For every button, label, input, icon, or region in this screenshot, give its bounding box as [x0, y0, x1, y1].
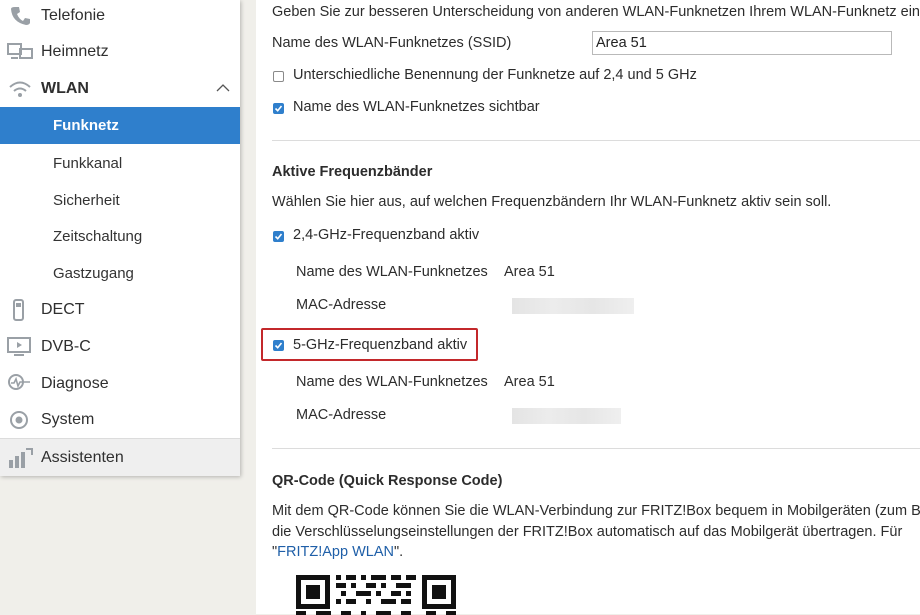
sidebar-item-label: DECT [41, 301, 85, 318]
sidebar-item-telefonie[interactable]: Telefonie [0, 0, 240, 34]
sidebar-item-wlan[interactable]: WLAN [0, 71, 240, 107]
wifi-icon [9, 81, 31, 97]
sidebar-item-diagnose[interactable]: Diagnose [0, 366, 240, 402]
band24-label: 2,4-GHz-Frequenzband aktiv [293, 227, 480, 243]
band24-checkbox[interactable] [273, 231, 284, 242]
sidebar-item-label: Heimnetz [41, 43, 109, 60]
qr-text-line1: Mit dem QR-Code können Sie die WLAN-Verb… [272, 503, 920, 519]
qr-heading: QR-Code (Quick Response Code) [272, 473, 503, 489]
check-icon [274, 105, 283, 112]
sidebar-subitem-gastzugang[interactable]: Gastzugang [0, 255, 240, 292]
sidebar-item-system[interactable]: System [0, 402, 240, 438]
band24-mac-value-redacted [512, 298, 634, 314]
qr-text-line2: die Verschlüsselungseinstellungen der FR… [272, 524, 903, 540]
quote-close: ". [393, 544, 404, 560]
network-icon [7, 43, 33, 59]
sidebar-subitem-label: Funknetz [53, 117, 119, 134]
system-icon [10, 411, 28, 429]
chevron-up-icon[interactable] [216, 81, 230, 95]
separate-names-label: Unterschiedliche Benennung der Funknetze… [293, 67, 697, 83]
bands-description: Wählen Sie hier aus, auf welchen Frequen… [272, 194, 832, 210]
band5-checkbox[interactable] [273, 340, 284, 351]
sidebar: Telefonie Heimnetz WLAN Funknetz Funkkan… [0, 0, 240, 476]
sidebar-subitem-label: Gastzugang [53, 265, 134, 282]
phone-icon [11, 7, 30, 25]
check-icon [274, 233, 283, 240]
sidebar-subitem-funknetz[interactable]: Funknetz [0, 107, 240, 144]
check-icon [274, 342, 283, 349]
sidebar-subitem-sicherheit[interactable]: Sicherheit [0, 182, 240, 219]
sidebar-item-label: Diagnose [41, 375, 109, 392]
visible-checkbox[interactable] [273, 103, 284, 114]
tv-icon [7, 337, 31, 356]
visible-label: Name des WLAN-Funknetzes sichtbar [293, 99, 540, 115]
band5-mac-value-redacted [512, 408, 621, 424]
divider [272, 140, 920, 141]
sidebar-item-label: DVB-C [41, 338, 91, 355]
main-content: Geben Sie zur besseren Unterscheidung vo… [256, 0, 920, 615]
sidebar-subitem-label: Zeitschaltung [53, 228, 143, 245]
fritz-app-wlan-link[interactable]: FRITZ!App WLAN [277, 544, 394, 560]
assistant-icon [9, 447, 33, 468]
diagnose-icon [8, 374, 30, 390]
sidebar-subitem-zeitschaltung[interactable]: Zeitschaltung [0, 218, 240, 255]
band5-name-label: Name des WLAN-Funknetzes [296, 374, 488, 390]
sidebar-item-dvbc[interactable]: DVB-C [0, 329, 240, 365]
sidebar-item-heimnetz[interactable]: Heimnetz [0, 34, 240, 70]
divider [272, 448, 920, 449]
separate-names-checkbox[interactable] [273, 71, 284, 82]
band24-name-label: Name des WLAN-Funknetzes [296, 264, 488, 280]
sidebar-item-label: System [41, 411, 95, 428]
intro-text: Geben Sie zur besseren Unterscheidung vo… [272, 4, 920, 20]
sidebar-item-assistenten[interactable]: Assistenten [0, 438, 240, 476]
qr-code-image [296, 575, 456, 615]
sidebar-item-label: Telefonie [41, 7, 106, 24]
ssid-label: Name des WLAN-Funknetzes (SSID) [272, 35, 512, 51]
dect-phone-icon [13, 299, 24, 321]
band5-name-value: Area 51 [504, 374, 555, 390]
band24-mac-label: MAC-Adresse [296, 297, 387, 313]
band24-name-value: Area 51 [504, 264, 555, 280]
sidebar-subitem-label: Funkkanal [53, 155, 123, 172]
ssid-input[interactable] [592, 31, 892, 55]
sidebar-item-dect[interactable]: DECT [0, 292, 240, 328]
sidebar-subitem-funkkanal[interactable]: Funkkanal [0, 145, 240, 182]
sidebar-subitem-label: Sicherheit [53, 192, 120, 209]
bands-heading: Aktive Frequenzbänder [272, 164, 433, 180]
band5-label: 5-GHz-Frequenzband aktiv [293, 337, 468, 353]
qr-text-line3: "FRITZ!App WLAN". [272, 544, 403, 560]
sidebar-item-label: WLAN [41, 80, 89, 97]
band5-mac-label: MAC-Adresse [296, 407, 387, 423]
sidebar-item-label: Assistenten [41, 448, 124, 466]
